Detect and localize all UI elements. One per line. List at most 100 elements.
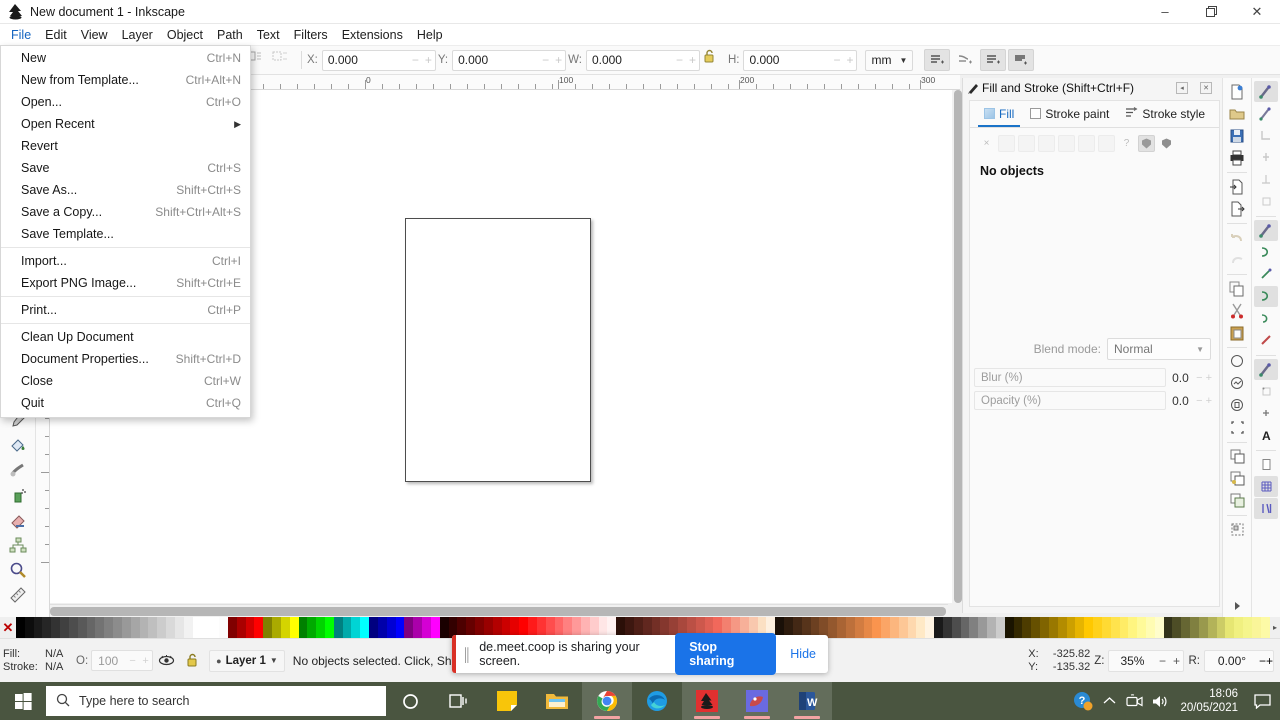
palette-swatch[interactable]	[245, 617, 255, 638]
search-input[interactable]: Type here to search	[46, 686, 386, 716]
palette-swatch[interactable]	[263, 617, 273, 638]
inkscape-app[interactable]	[682, 682, 732, 720]
menu-item-save-template[interactable]: Save Template...	[1, 223, 250, 245]
taskbar-clock[interactable]: 18:06 20/05/2021	[1174, 687, 1248, 715]
palette-swatch[interactable]	[395, 617, 405, 638]
menu-view[interactable]: View	[74, 25, 115, 45]
rotate-ccw-button[interactable]: −	[1259, 654, 1266, 668]
palette-swatch[interactable]	[227, 617, 237, 638]
dock-close-button[interactable]: ✕	[1200, 82, 1212, 94]
palette-swatch[interactable]	[1243, 617, 1252, 638]
menu-item-new[interactable]: New Ctrl+N	[1, 47, 250, 69]
palette-swatch[interactable]	[130, 617, 140, 638]
menu-item-quit[interactable]: Quit Ctrl+Q	[1, 392, 250, 414]
palette-swatch[interactable]	[872, 617, 882, 638]
x-decrement[interactable]: −	[409, 51, 422, 70]
palette-swatch[interactable]	[1066, 617, 1076, 638]
palette-swatch[interactable]	[916, 617, 926, 638]
palette-swatch[interactable]	[1172, 617, 1182, 638]
rotation-control[interactable]: 0.00° − +	[1203, 649, 1274, 672]
palette-swatch[interactable]	[1031, 617, 1041, 638]
palette-swatch[interactable]	[1216, 617, 1226, 638]
windows-logo-icon[interactable]	[0, 682, 46, 720]
palette-swatch[interactable]	[413, 617, 423, 638]
snap-bbox-edge-icon[interactable]	[1254, 147, 1278, 168]
snap-object-center-icon[interactable]	[1254, 381, 1278, 402]
y-decrement[interactable]: −	[539, 51, 552, 70]
redo-icon[interactable]	[1225, 249, 1249, 270]
export-icon[interactable]	[1225, 198, 1249, 219]
undo-icon[interactable]	[1225, 227, 1249, 248]
palette-swatch[interactable]	[369, 617, 378, 638]
menu-item-open[interactable]: Open... Ctrl+O	[1, 91, 250, 113]
palette-swatch[interactable]	[854, 617, 864, 638]
snap-bounding-box-icon[interactable]	[1254, 103, 1278, 124]
screen-share-icon[interactable]	[1122, 682, 1148, 720]
palette-swatch[interactable]	[342, 617, 352, 638]
menu-path[interactable]: Path	[210, 25, 250, 45]
palette-swatch[interactable]	[960, 617, 970, 638]
status-opacity-plus[interactable]: +	[139, 655, 152, 667]
menu-item-document-properties[interactable]: Document Properties... Shift+Ctrl+D	[1, 348, 250, 370]
snap-path-icon[interactable]	[1254, 242, 1278, 263]
no-paint-button[interactable]: ×	[978, 135, 995, 152]
palette-swatch[interactable]	[86, 617, 96, 638]
cut-icon[interactable]	[1225, 300, 1249, 321]
sticky-notes-app[interactable]	[482, 682, 532, 720]
palette-swatch[interactable]	[219, 617, 228, 638]
tab-stroke-style[interactable]: Stroke style	[1117, 103, 1213, 126]
open-document-icon[interactable]	[1225, 103, 1249, 124]
linear-gradient-button[interactable]	[1018, 135, 1035, 152]
palette-swatch[interactable]	[837, 617, 846, 638]
document-page[interactable]	[405, 218, 591, 482]
import-icon[interactable]	[1225, 176, 1249, 197]
height-decrement[interactable]: −	[830, 51, 843, 70]
snap-midpoint-line-icon[interactable]	[1254, 330, 1278, 351]
palette-swatch[interactable]	[360, 617, 370, 638]
blur-slider[interactable]: Blur (%)	[974, 368, 1167, 387]
palette-swatch[interactable]	[1225, 617, 1235, 638]
palette-swatch[interactable]	[16, 617, 25, 638]
palette-swatch[interactable]	[24, 617, 34, 638]
palette-swatch[interactable]	[289, 617, 299, 638]
palette-swatch[interactable]	[121, 617, 131, 638]
palette-scroll-arrow-icon[interactable]: ▸	[1270, 617, 1280, 638]
connector-tool[interactable]	[3, 532, 33, 557]
new-document-icon[interactable]	[1225, 81, 1249, 102]
palette-swatch[interactable]	[422, 617, 431, 638]
move-gradients-toggle[interactable]	[980, 49, 1007, 71]
palette-swatch[interactable]	[863, 617, 873, 638]
palette-swatch[interactable]	[1022, 617, 1032, 638]
layer-lock-icon[interactable]	[179, 650, 205, 672]
move-patterns-toggle[interactable]	[1008, 49, 1035, 71]
menu-layer[interactable]: Layer	[115, 25, 160, 45]
snap-bbox-center-icon[interactable]	[1254, 191, 1278, 212]
scale-stroke-width-toggle[interactable]	[924, 49, 951, 71]
palette-swatch[interactable]	[1260, 617, 1270, 638]
close-button[interactable]: ✕	[1234, 0, 1280, 24]
zoom-selection-icon[interactable]	[1225, 351, 1249, 372]
palette-swatch[interactable]	[951, 617, 961, 638]
cortana-circle-icon[interactable]	[386, 682, 434, 720]
palette-swatch[interactable]	[280, 617, 290, 638]
rail-overflow-arrow-icon[interactable]	[1225, 595, 1249, 616]
width-decrement[interactable]: −	[673, 51, 686, 70]
palette-swatch[interactable]	[316, 617, 325, 638]
palette-swatch[interactable]	[1234, 617, 1244, 638]
menu-item-save[interactable]: Save Ctrl+S	[1, 157, 250, 179]
stop-sharing-button[interactable]: Stop sharing	[675, 633, 777, 675]
palette-swatch[interactable]	[307, 617, 317, 638]
palette-swatch[interactable]	[828, 617, 838, 638]
palette-swatch[interactable]	[192, 617, 202, 638]
edge-app[interactable]	[632, 682, 682, 720]
volume-icon[interactable]	[1148, 682, 1174, 720]
palette-swatch[interactable]	[333, 617, 343, 638]
zoom-tool[interactable]	[3, 557, 33, 582]
unit-selector[interactable]: mm ▼	[865, 49, 914, 71]
palette-swatch[interactable]	[113, 617, 122, 638]
menu-item-new-from-template[interactable]: New from Template... Ctrl+Alt+N	[1, 69, 250, 91]
pattern-button[interactable]	[1058, 135, 1075, 152]
measure-tool[interactable]	[3, 582, 33, 607]
palette-swatch[interactable]	[1137, 617, 1146, 638]
palette-swatch[interactable]	[845, 617, 855, 638]
